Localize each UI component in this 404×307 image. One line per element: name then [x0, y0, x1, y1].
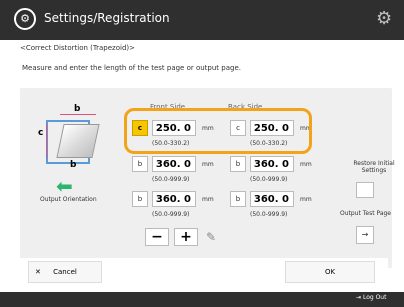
output-test-page-button[interactable]: →	[356, 226, 374, 244]
close-icon: ✕	[35, 268, 41, 276]
logout-label: Log Out	[362, 294, 387, 301]
row2-right-range: (50.0-999.9)	[250, 176, 288, 183]
row2-left-range: (50.0-999.9)	[152, 176, 190, 183]
output-test-page-label: Output Test Page	[340, 210, 391, 217]
ok-button[interactable]: OK	[285, 261, 375, 283]
instruction-text: Measure and enter the length of the test…	[22, 64, 241, 72]
row3-left-unit: mm	[202, 196, 214, 203]
settings-icon: ⚙	[14, 8, 36, 30]
decrement-button[interactable]: −	[145, 228, 169, 246]
label-b-top: b	[74, 104, 81, 114]
restore-initial-settings-label: Restore Initial Settings	[353, 160, 395, 174]
logout-icon: ⇥	[356, 294, 362, 301]
row3-right-letter-button[interactable]: b	[230, 191, 246, 207]
pencil-icon[interactable]: ✎	[206, 230, 220, 244]
row2-left-value-field[interactable]: 360. 0	[152, 156, 196, 172]
dimension-line-top	[60, 114, 96, 115]
row2-left-letter-button[interactable]: b	[132, 156, 148, 172]
row3-left-range: (50.0-999.9)	[152, 211, 190, 218]
row3-left-value-field[interactable]: 360. 0	[152, 191, 196, 207]
row2-right-letter-button[interactable]: b	[230, 156, 246, 172]
cancel-button[interactable]: ✕ Cancel	[28, 261, 102, 283]
restore-initial-settings-button[interactable]	[356, 182, 374, 198]
row3-right-value-field[interactable]: 360. 0	[250, 191, 294, 207]
breadcrumb: <Correct Distortion (Trapezoid)>	[20, 44, 135, 52]
cancel-label: Cancel	[53, 268, 77, 276]
label-b-bottom: b	[70, 160, 77, 170]
row2-right-unit: mm	[300, 161, 312, 168]
label-c: c	[38, 128, 44, 138]
paper-sheet-image	[56, 124, 100, 158]
logout-button[interactable]: ⇥ Log Out	[356, 294, 386, 301]
increment-button[interactable]: +	[174, 228, 198, 246]
highlight-frame	[124, 108, 312, 154]
row3-left-letter-button[interactable]: b	[132, 191, 148, 207]
status-bar	[0, 292, 404, 307]
dimension-line-left	[46, 124, 47, 158]
gear-icon[interactable]: ⚙	[376, 8, 392, 29]
row3-right-unit: mm	[300, 196, 312, 203]
row2-left-unit: mm	[202, 161, 214, 168]
row2-right-value-field[interactable]: 360. 0	[250, 156, 294, 172]
arrow-left-icon: ⬅	[56, 174, 73, 198]
row3-right-range: (50.0-999.9)	[250, 211, 288, 218]
output-orientation-label: Output Orientation	[40, 196, 97, 203]
header-title: Settings/Registration	[44, 11, 170, 25]
